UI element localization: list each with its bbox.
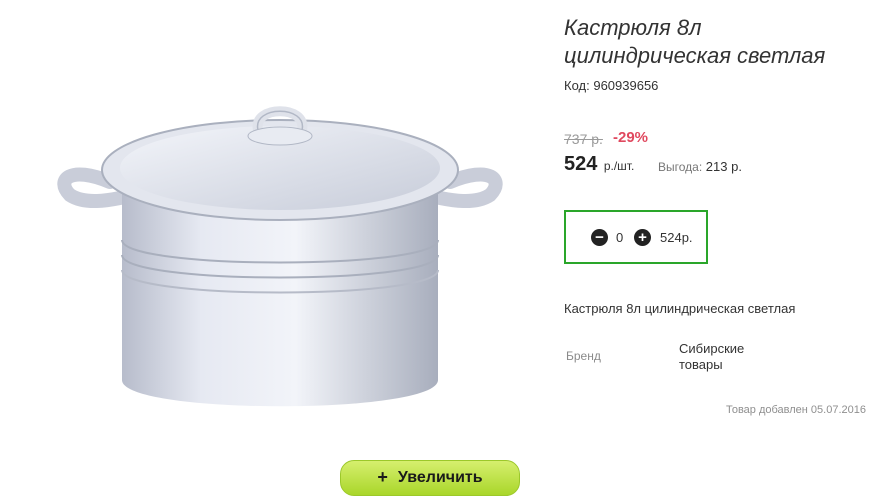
product-image[interactable] <box>40 70 520 450</box>
plus-circle-icon[interactable]: + <box>634 229 651 246</box>
quantity-total: 524р. <box>660 230 693 245</box>
product-title: Кастрюля 8л цилиндрическая светлая <box>564 15 826 68</box>
minus-circle-icon[interactable]: − <box>591 229 608 246</box>
benefit-label: Выгода: <box>658 160 703 174</box>
brand-value: Сибирские товары <box>679 341 745 372</box>
price-unit: р./шт. <box>603 159 635 173</box>
product-code: Код: 960939656 <box>564 78 658 93</box>
benefit: Выгода: 213 р. <box>658 159 742 174</box>
plus-icon: + <box>377 467 388 487</box>
price-value: 524 <box>564 153 598 175</box>
added-date: Товар добавлен 05.07.2016 <box>725 404 866 416</box>
brand-label: Бренд <box>566 349 601 363</box>
discount-badge: -29% <box>613 129 649 146</box>
quantity-value[interactable]: 0 <box>616 230 623 245</box>
product-image-area[interactable] <box>40 70 520 450</box>
old-price: 737 р. <box>564 131 603 147</box>
zoom-button[interactable]: + Увеличить <box>340 460 520 496</box>
quantity-stepper: − 0 + 524р. <box>564 210 708 264</box>
product-code-value: 960939656 <box>593 78 659 93</box>
product-description: Кастрюля 8л цилиндрическая светлая <box>564 301 796 316</box>
current-price: 524 р./шт. <box>564 153 634 176</box>
product-code-label: Код: <box>564 78 590 93</box>
zoom-button-label: Увеличить <box>397 469 483 486</box>
benefit-value: 213 р. <box>705 159 742 174</box>
